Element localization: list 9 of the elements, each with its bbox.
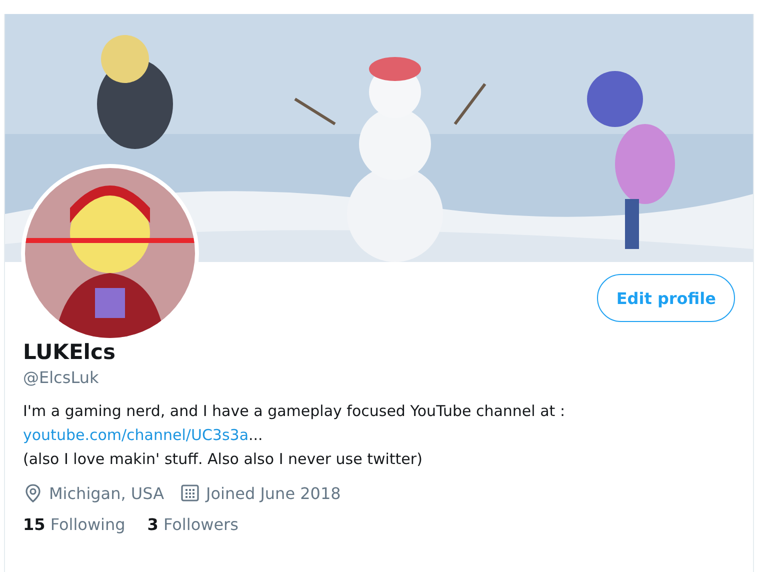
location-text: Michigan, USA [49, 484, 164, 502]
joined-date: Joined June 2018 [206, 484, 341, 502]
profile-handle: @ElcsLuk [23, 368, 100, 387]
profile-bio: I'm a gaming nerd, and I have a gameplay focused YouTube channel at : youtube.com/channel/UC3s3a... (also I love makin' stuff. Also also I never use twitter) [23, 401, 566, 470]
profile-name: LUKElcs [23, 340, 116, 364]
calendar-icon [180, 483, 200, 503]
stat-link[interactable]: 15 Following [23, 515, 126, 534]
location-pin-icon [23, 483, 43, 503]
stat-link[interactable]: 3 Followers [147, 515, 238, 534]
